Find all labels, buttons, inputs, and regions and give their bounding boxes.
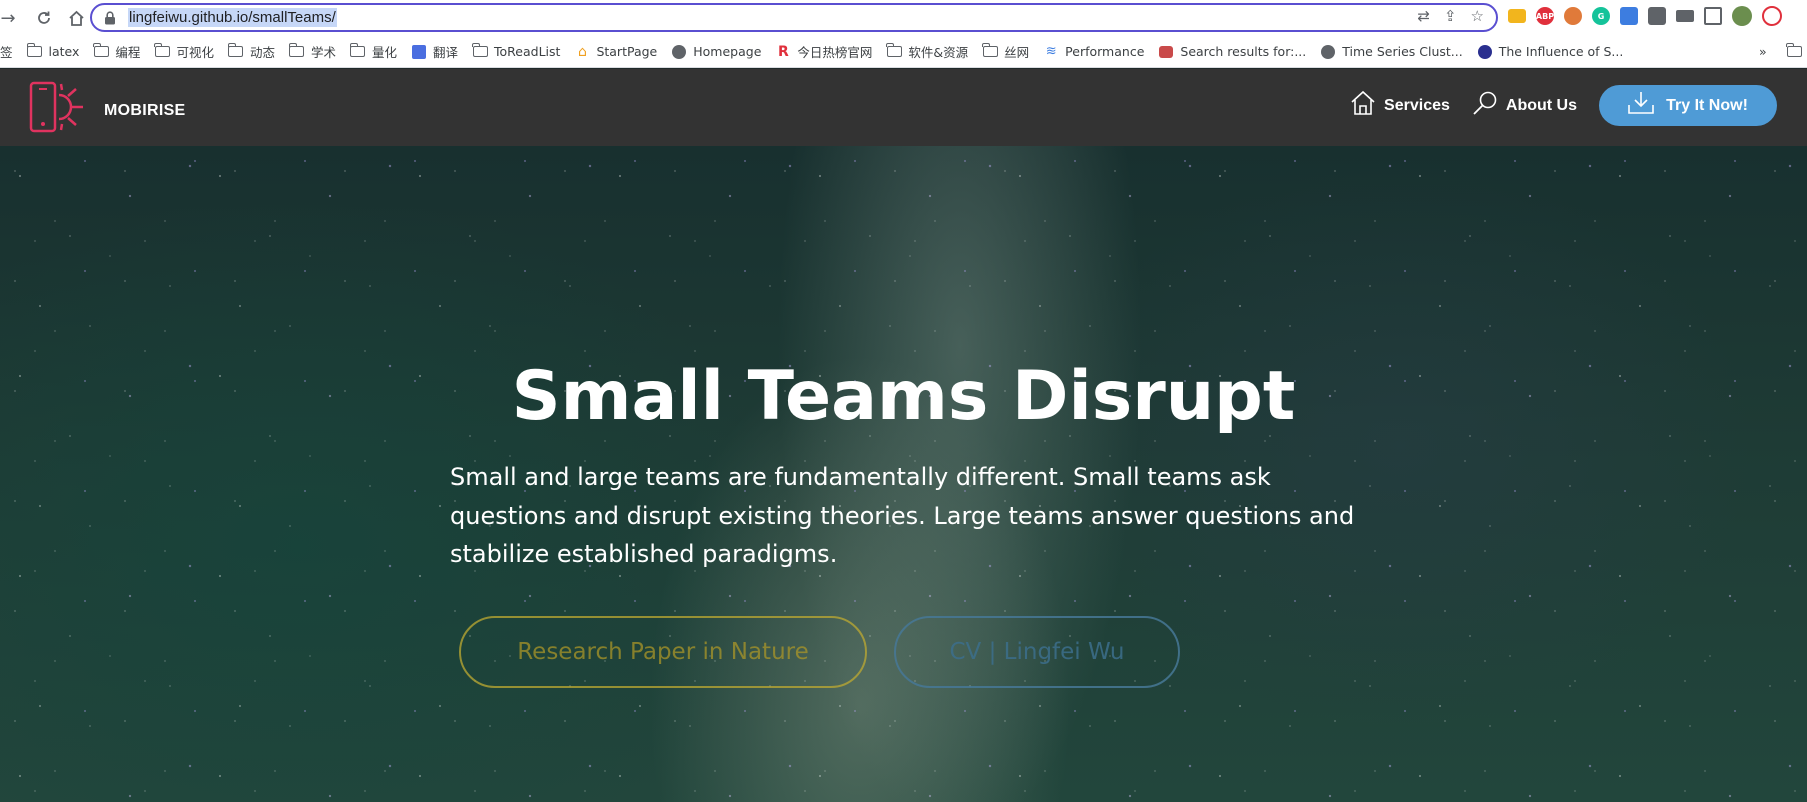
- folder-icon: [288, 43, 305, 59]
- folder-icon: [982, 43, 998, 59]
- bookmark-folder[interactable]: latex: [20, 40, 87, 64]
- bookmark-item[interactable]: Time Series Clust...: [1313, 40, 1469, 64]
- bookmark-label: 翻译: [433, 45, 459, 60]
- bookmark-label: 学术: [310, 45, 336, 60]
- folder-extension-icon[interactable]: [1508, 9, 1526, 23]
- bookmark-label: Time Series Clust...: [1342, 44, 1463, 59]
- share-icon[interactable]: ⇪: [1444, 7, 1457, 25]
- bookmark-label: 软件&资源: [908, 45, 969, 60]
- bookmark-label: Homepage: [693, 44, 762, 59]
- profile-avatar-icon[interactable]: [1732, 6, 1752, 26]
- bookmark-folder[interactable]: 软件&资源: [879, 40, 975, 64]
- bookmark-star-icon[interactable]: ☆: [1471, 7, 1484, 25]
- bookmark-item[interactable]: 签: [0, 40, 20, 64]
- bookmark-label: 动态: [249, 45, 275, 60]
- reload-icon[interactable]: [30, 4, 58, 32]
- grammarly-icon[interactable]: G: [1592, 7, 1610, 25]
- feather-extension-icon[interactable]: [1620, 7, 1638, 25]
- research-paper-button[interactable]: Research Paper in Nature: [459, 616, 867, 688]
- bookmark-folder[interactable]: ToReadList: [465, 40, 567, 64]
- bookmark-label: Performance: [1065, 44, 1145, 59]
- bookmark-item[interactable]: 翻译: [404, 40, 465, 64]
- bookmark-label: 编程: [115, 45, 141, 60]
- side-panel-icon[interactable]: [1704, 7, 1722, 25]
- bookmark-label: StartPage: [596, 44, 658, 59]
- folder-icon: [886, 43, 902, 59]
- folder-icon: [93, 43, 109, 59]
- folder-icon: [472, 43, 488, 59]
- house-icon: ⌂: [577, 43, 587, 60]
- nav-services-label: Services: [1384, 96, 1450, 114]
- back-icon[interactable]: →: [0, 4, 22, 32]
- hero-title: Small Teams Disrupt: [511, 357, 1296, 436]
- try-it-now-button[interactable]: Try It Now!: [1599, 85, 1777, 126]
- bookmark-label: 量化: [371, 45, 397, 60]
- puzzle-extensions-icon[interactable]: [1648, 7, 1666, 25]
- bookmark-label: 丝网: [1004, 45, 1030, 60]
- bookmark-label: 可视化: [176, 45, 214, 60]
- bookmark-label: Search results for:...: [1180, 44, 1307, 59]
- hero-section: Small Teams Disrupt Small and large team…: [0, 146, 1807, 802]
- performance-icon: ≋: [1045, 44, 1057, 59]
- nav-services[interactable]: Services: [1350, 90, 1450, 121]
- folder-icon: [227, 43, 244, 59]
- home-icon[interactable]: [62, 4, 90, 32]
- s-logo-icon: [1477, 44, 1493, 59]
- rss-extension-icon[interactable]: [1564, 7, 1582, 25]
- reading-list-icon[interactable]: [1676, 10, 1694, 22]
- folder-icon: [1786, 43, 1802, 59]
- cv-button[interactable]: CV | Lingfei Wu: [894, 616, 1180, 688]
- brand-name: MOBIRISE: [104, 101, 186, 119]
- url-text[interactable]: lingfeiwu.github.io/smallTeams/: [128, 8, 337, 27]
- bookmark-folder[interactable]: 丝网: [975, 40, 1036, 64]
- search-outline-icon: [1472, 90, 1498, 121]
- hero-description: Small and large teams are fundamentally …: [450, 463, 1355, 568]
- globe-icon: [671, 44, 687, 59]
- folder-icon: [349, 43, 366, 59]
- folder-icon: [26, 43, 43, 59]
- translate-icon: [411, 44, 427, 59]
- globe-icon: [1320, 44, 1336, 59]
- search-site-icon: [1158, 45, 1174, 59]
- bookmark-item[interactable]: ⌂ StartPage: [567, 40, 664, 64]
- other-bookmarks-folder[interactable]: [1779, 40, 1807, 64]
- bookmark-item[interactable]: Homepage: [664, 40, 768, 64]
- bookmark-label: The Influence of S...: [1498, 44, 1624, 59]
- bookmark-label: 今日热榜官网: [797, 45, 873, 60]
- nav-about-us-label: About Us: [1505, 96, 1577, 114]
- bookmarks-overflow-button[interactable]: »: [1752, 40, 1774, 64]
- browser-toolbar: → lingfeiwu.github.io/smallTeams/ ⇄ ⇪ ☆ …: [0, 0, 1807, 36]
- bookmark-folder[interactable]: 学术: [282, 40, 343, 64]
- bookmark-folder[interactable]: 编程: [86, 40, 147, 64]
- r-logo-icon: R: [778, 43, 789, 60]
- bookmark-item[interactable]: Search results for:...: [1151, 40, 1313, 64]
- folder-icon: [154, 43, 170, 59]
- chevron-double-right-icon: »: [1759, 44, 1767, 59]
- mobile-sun-logo-icon: [28, 81, 92, 140]
- extensions-area: ABP G: [1508, 6, 1782, 26]
- bookmark-item[interactable]: R 今日热榜官网: [768, 40, 879, 64]
- translate-icon[interactable]: ⇄: [1417, 7, 1430, 25]
- nav-about-us[interactable]: About Us: [1472, 90, 1577, 121]
- bookmark-item[interactable]: The Influence of S...: [1470, 40, 1631, 64]
- address-bar[interactable]: lingfeiwu.github.io/smallTeams/ ⇄ ⇪ ☆: [90, 3, 1498, 32]
- bookmark-label: 签: [0, 45, 13, 60]
- bookmark-item[interactable]: ≋ Performance: [1036, 40, 1151, 64]
- bookmark-label: ToReadList: [494, 44, 561, 59]
- download-icon: [1628, 91, 1654, 120]
- adblock-plus-icon[interactable]: ABP: [1536, 7, 1554, 25]
- nav-links: Services About Us Try It Now!: [1350, 85, 1777, 126]
- lock-icon[interactable]: [104, 10, 120, 25]
- bookmark-label: latex: [48, 44, 80, 59]
- home-outline-icon: [1350, 90, 1376, 121]
- bookmark-folder[interactable]: 动态: [221, 40, 282, 64]
- bookmark-folder[interactable]: 可视化: [147, 40, 221, 64]
- profile-ring-icon[interactable]: [1762, 6, 1782, 26]
- bookmarks-bar: 签 latex 编程 可视化 动态 学术 量化 翻译 ToReadList ⌂ …: [0, 36, 1807, 68]
- try-it-now-label: Try It Now!: [1666, 96, 1748, 114]
- site-navbar: MOBIRISE Services About Us Try It Now!: [0, 69, 1807, 146]
- brand[interactable]: MOBIRISE: [28, 81, 186, 140]
- bookmark-folder[interactable]: 量化: [343, 40, 404, 64]
